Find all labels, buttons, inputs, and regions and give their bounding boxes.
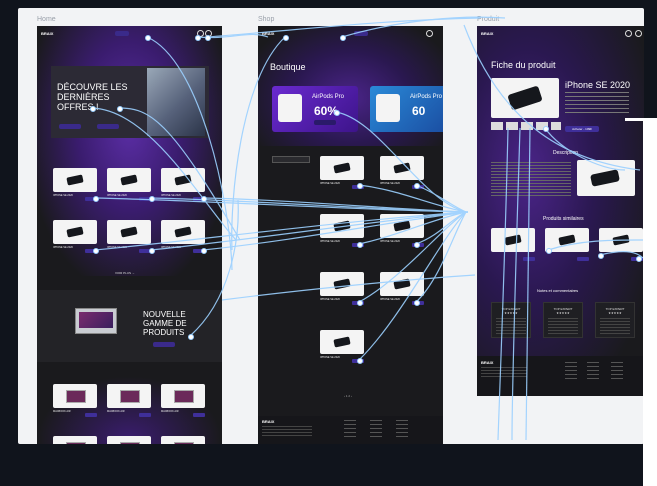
airpods-image <box>278 94 302 122</box>
product-frame[interactable]: BRAIX Fiche du produit iPhone SE 2020 Ac… <box>477 26 644 396</box>
frame-label-shop: Shop <box>258 16 275 23</box>
description-text <box>491 162 571 198</box>
product-specs <box>565 92 629 116</box>
home-hero-button-2[interactable] <box>97 124 119 129</box>
shop-cart-icon[interactable] <box>426 30 433 37</box>
product-page-title: Fiche du produit <box>491 60 556 70</box>
frame-label-home: Home <box>37 16 56 23</box>
product-thumbnails[interactable] <box>491 122 561 130</box>
product-card[interactable]: IPHONE SE 2020 <box>161 220 205 256</box>
review-card: TOP EXPERT ★★★★★ <box>491 302 531 338</box>
product-card[interactable]: IPHONE SE 2020 <box>53 220 97 256</box>
reviews-heading: Notes et commentaires <box>537 288 579 293</box>
similar-product-card[interactable] <box>491 228 535 264</box>
home-hero-title: DÉCOUVRE LES DERNIÈRES OFFRES ! <box>57 82 128 112</box>
connection-dot[interactable] <box>195 35 201 41</box>
product-card[interactable]: MACBOOK AIR <box>161 384 205 420</box>
shop-title: Boutique <box>270 62 306 72</box>
connection-dot[interactable] <box>188 334 194 340</box>
frame-label-product: Produit <box>477 16 500 23</box>
product-nav-link-2[interactable] <box>573 31 587 36</box>
product-card[interactable]: MACBOOK AIR <box>53 384 97 420</box>
similar-heading: Produits similaires <box>543 216 584 222</box>
product-nav-link[interactable] <box>553 31 567 36</box>
connection-dot[interactable] <box>149 248 155 254</box>
connection-dot[interactable] <box>546 248 552 254</box>
home-nav-link[interactable] <box>115 31 129 36</box>
connection-dot[interactable] <box>357 183 363 189</box>
home-hero-button[interactable] <box>59 124 81 129</box>
product-logo: BRAIX <box>481 31 494 36</box>
sort-select[interactable] <box>272 156 310 163</box>
description-heading: Description <box>553 150 579 156</box>
airpods-image <box>376 94 400 122</box>
connection-dot[interactable] <box>414 300 420 306</box>
product-main-image <box>491 78 559 118</box>
promo-card[interactable]: AirPods Pro 60% <box>272 86 358 132</box>
product-card[interactable]: IPHONE SE 2020 <box>107 220 151 256</box>
shop-frame[interactable]: BRAIX Boutique AirPods Pro 60% AirPods P… <box>258 26 443 444</box>
connection-dot[interactable] <box>145 35 151 41</box>
home-hero-image <box>147 68 205 136</box>
home-frame[interactable]: BRAIX DÉCOUVRE LES DERNIÈRES OFFRES ! IP… <box>37 26 222 444</box>
connection-dot[interactable] <box>357 358 363 364</box>
buy-button[interactable]: Acheter - 109€ <box>565 126 599 132</box>
connection-dot[interactable] <box>357 300 363 306</box>
shop-footer: BRAIX <box>258 416 443 444</box>
product-card[interactable] <box>161 436 205 444</box>
connection-dot[interactable] <box>283 35 289 41</box>
home-new-range-title: NOUVELLE GAMME DE PRODUITS <box>143 310 187 337</box>
promo-product-name: AirPods Pro <box>312 94 345 100</box>
home-logo: BRAIX <box>41 31 54 36</box>
connection-dot[interactable] <box>543 126 549 132</box>
shop-logo: BRAIX <box>262 31 275 36</box>
side-panel[interactable] <box>643 120 657 486</box>
pagination[interactable]: ‹ 1 2 › <box>344 394 352 398</box>
similar-product-card[interactable] <box>545 228 589 264</box>
connection-dot[interactable] <box>201 196 207 202</box>
connection-dot[interactable] <box>414 242 420 248</box>
product-card[interactable] <box>53 436 97 444</box>
product-card[interactable]: IPHONE SE 2020 <box>107 168 151 204</box>
promo-card-2[interactable]: AirPods Pro 60 <box>370 86 443 132</box>
product-name: iPhone SE 2020 <box>565 80 631 90</box>
connection-dot[interactable] <box>340 35 346 41</box>
design-canvas[interactable]: Home Shop Produit BRAIX DÉCOUVRE LES DER… <box>18 8 644 444</box>
connection-dot[interactable] <box>93 196 99 202</box>
product-cart-icon[interactable] <box>625 30 632 37</box>
connection-dot[interactable] <box>357 242 363 248</box>
home-new-range-section: NOUVELLE GAMME DE PRODUITS <box>37 290 222 362</box>
product-card[interactable] <box>107 436 151 444</box>
promo-product-name: AirPods Pro <box>410 94 443 100</box>
connection-dot[interactable] <box>117 106 123 112</box>
connection-dot[interactable] <box>414 183 420 189</box>
promo-button[interactable] <box>314 120 336 125</box>
connection-dot[interactable] <box>90 106 96 112</box>
promo-discount: 60 <box>412 104 426 118</box>
connection-dot[interactable] <box>93 248 99 254</box>
connection-dot[interactable] <box>636 256 642 262</box>
connection-dot[interactable] <box>334 110 340 116</box>
product-user-icon[interactable] <box>635 30 642 37</box>
shop-nav-link[interactable] <box>354 31 368 36</box>
description-image <box>577 160 635 196</box>
connection-dot[interactable] <box>201 248 207 254</box>
product-card[interactable]: MACBOOK AIR <box>107 384 151 420</box>
home-see-all-link[interactable]: VOIR PLUS → <box>115 271 135 275</box>
home-new-range-button[interactable] <box>153 342 175 347</box>
product-footer: BRAIX <box>477 356 644 396</box>
home-hero-card: DÉCOUVRE LES DERNIÈRES OFFRES ! <box>51 66 209 138</box>
review-card: TOP EXPERT ★★★★★ <box>543 302 583 338</box>
review-card: TOP EXPERT ★★★★★ <box>595 302 635 338</box>
connection-dot[interactable] <box>598 253 604 259</box>
product-card[interactable]: IPHONE SE 2020 <box>161 168 205 204</box>
product-nav: BRAIX <box>477 26 644 40</box>
product-card[interactable]: IPHONE SE 2020 <box>53 168 97 204</box>
connection-dot[interactable] <box>205 35 211 41</box>
laptop-image <box>75 308 117 334</box>
connection-dot[interactable] <box>149 196 155 202</box>
